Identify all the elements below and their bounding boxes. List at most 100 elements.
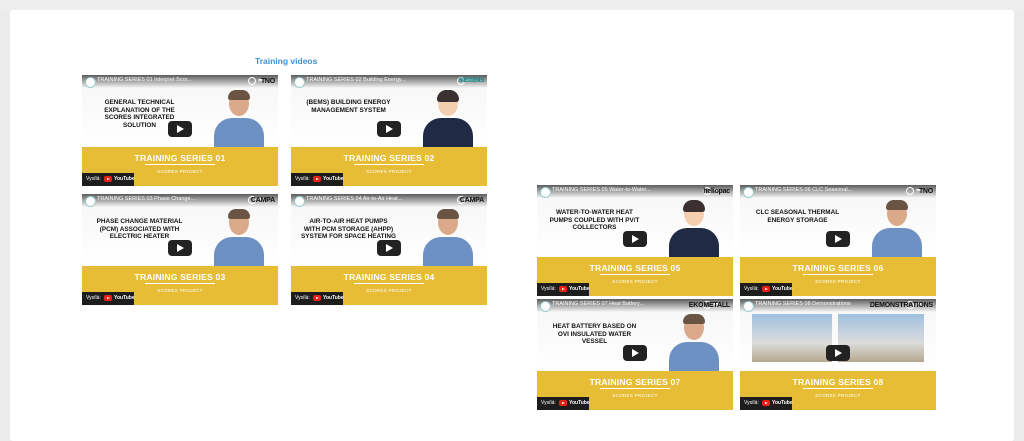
video-headline: Water-to-water heat pumps coupled with P… <box>549 209 640 232</box>
channel-avatar[interactable] <box>540 187 551 198</box>
watch-later-icon[interactable] <box>906 187 914 195</box>
watch-label: Vysílá: <box>541 400 556 406</box>
presenter-image <box>214 90 264 147</box>
series-underline <box>145 283 215 284</box>
watch-label: Vysílá: <box>744 400 759 406</box>
partner-logo: SIEMENS <box>458 78 484 84</box>
youtube-video-title[interactable]: TRAINING SERIES 06 CLC Seasonal... <box>755 187 895 193</box>
play-button-icon[interactable] <box>168 240 192 256</box>
browser-top-strip <box>0 0 1024 10</box>
presenter-image <box>669 314 719 371</box>
youtube-icon <box>313 176 321 182</box>
video-card[interactable]: Water-to-water heat pumps coupled with P… <box>537 185 733 296</box>
youtube-label: YouTube <box>772 400 793 406</box>
watch-on-youtube-button[interactable]: Vysílá: YouTube <box>291 173 344 186</box>
partner-logo: heliopac <box>703 188 730 195</box>
youtube-title-bar: TRAINING SERIES 04 Air-to-Air Heat... ➦ <box>291 194 487 207</box>
partner-logo: CAMPA <box>250 197 275 204</box>
building-photo <box>838 314 924 362</box>
video-card[interactable]: Heat battery based on OVI insulated wate… <box>537 299 733 410</box>
watch-on-youtube-button[interactable]: Vysílá: YouTube <box>537 283 590 296</box>
watch-on-youtube-button[interactable]: Vysílá: YouTube <box>82 292 135 305</box>
channel-avatar[interactable] <box>743 301 754 312</box>
building-photo <box>752 314 832 362</box>
channel-avatar[interactable] <box>85 77 96 88</box>
watch-label: Vysílá: <box>86 176 101 182</box>
play-button-icon[interactable] <box>826 345 850 361</box>
channel-avatar[interactable] <box>294 77 305 88</box>
video-card[interactable]: General technical explanation of the SCO… <box>82 75 278 186</box>
youtube-label: YouTube <box>114 295 135 301</box>
series-underline <box>803 388 873 389</box>
play-button-icon[interactable] <box>826 231 850 247</box>
watch-later-icon[interactable] <box>248 77 256 85</box>
presenter-image <box>214 209 264 266</box>
youtube-video-title[interactable]: TRAINING SERIES 07 Heat Battery... <box>552 301 692 307</box>
series-label: TRAINING SERIES 03 <box>134 272 226 282</box>
series-underline <box>600 388 670 389</box>
video-headline: CLC seasonal thermal energy storage <box>755 209 840 224</box>
partner-logo: EKOMETALL <box>688 302 730 309</box>
watch-on-youtube-button[interactable]: Vysílá: YouTube <box>291 292 344 305</box>
video-headline: Heat battery based on OVI insulated wate… <box>552 323 637 346</box>
series-underline <box>600 274 670 275</box>
play-button-icon[interactable] <box>623 345 647 361</box>
video-thumbnail[interactable]: CLC seasonal thermal energy storage TRAI… <box>740 185 936 257</box>
youtube-icon <box>559 400 567 406</box>
youtube-video-title[interactable]: TRAINING SERIES 03 Phase Change... <box>97 196 237 202</box>
presenter-image <box>423 209 473 266</box>
video-card[interactable]: CLC seasonal thermal energy storage TRAI… <box>740 185 936 296</box>
presenter-image <box>423 90 473 147</box>
video-card[interactable]: Air-to-air heat pumps with PCM storage (… <box>291 194 487 305</box>
channel-avatar[interactable] <box>85 196 96 207</box>
watch-on-youtube-button[interactable]: Vysílá: YouTube <box>740 397 793 410</box>
youtube-icon <box>313 295 321 301</box>
play-button-icon[interactable] <box>168 121 192 137</box>
section-title: Training videos <box>255 56 318 66</box>
watch-on-youtube-button[interactable]: Vysílá: YouTube <box>740 283 793 296</box>
video-thumbnail[interactable]: Heat battery based on OVI insulated wate… <box>537 299 733 371</box>
youtube-video-title[interactable]: TRAINING SERIES 04 Air-to-Air Heat... <box>306 196 446 202</box>
watch-on-youtube-button[interactable]: Vysílá: YouTube <box>82 173 135 186</box>
channel-avatar[interactable] <box>743 187 754 198</box>
series-underline <box>354 164 424 165</box>
series-label: TRAINING SERIES 07 <box>589 377 681 387</box>
youtube-icon <box>762 400 770 406</box>
watch-label: Vysílá: <box>86 295 101 301</box>
partner-logo: CAMPA <box>459 197 484 204</box>
video-thumbnail[interactable]: Phase change material (PCM) associated w… <box>82 194 278 266</box>
play-button-icon[interactable] <box>623 231 647 247</box>
video-headline: Phase change material (PCM) associated w… <box>96 218 183 241</box>
video-headline: Air-to-air heat pumps with PCM storage (… <box>301 218 396 241</box>
series-underline <box>354 283 424 284</box>
video-thumbnail[interactable]: Air-to-air heat pumps with PCM storage (… <box>291 194 487 266</box>
presenter-image <box>669 200 719 257</box>
youtube-label: YouTube <box>114 176 135 182</box>
video-card[interactable]: TRAINING SERIES 08 Demonstrations ➦ DEMO… <box>740 299 936 410</box>
video-thumbnail[interactable]: Water-to-water heat pumps coupled with P… <box>537 185 733 257</box>
youtube-video-title[interactable]: TRAINING SERIES 05 Water-to-Water... <box>552 187 692 193</box>
play-button-icon[interactable] <box>377 121 401 137</box>
video-card[interactable]: (BEMS) Building energy management system… <box>291 75 487 186</box>
series-label: TRAINING SERIES 06 <box>792 263 884 273</box>
video-thumbnail[interactable]: TRAINING SERIES 08 Demonstrations ➦ DEMO… <box>740 299 936 371</box>
video-card[interactable]: Phase change material (PCM) associated w… <box>82 194 278 305</box>
presenter-image <box>872 200 922 257</box>
watch-on-youtube-button[interactable]: Vysílá: YouTube <box>537 397 590 410</box>
youtube-video-title[interactable]: TRAINING SERIES 01 Interpret Scor... <box>97 77 237 83</box>
partner-logo: TNO <box>918 188 933 195</box>
youtube-title-bar: TRAINING SERIES 06 CLC Seasonal... ➦ <box>740 185 936 198</box>
youtube-title-bar: TRAINING SERIES 03 Phase Change... ➦ <box>82 194 278 207</box>
play-button-icon[interactable] <box>377 240 401 256</box>
video-thumbnail[interactable]: General technical explanation of the SCO… <box>82 75 278 147</box>
video-thumbnail[interactable]: (BEMS) Building energy management system… <box>291 75 487 147</box>
channel-avatar[interactable] <box>540 301 551 312</box>
channel-avatar[interactable] <box>294 196 305 207</box>
youtube-label: YouTube <box>323 295 344 301</box>
youtube-label: YouTube <box>323 176 344 182</box>
youtube-label: YouTube <box>569 286 590 292</box>
youtube-video-title[interactable]: TRAINING SERIES 02 Building Energy... <box>306 77 446 83</box>
series-label: TRAINING SERIES 01 <box>134 153 226 163</box>
series-underline <box>803 274 873 275</box>
watch-label: Vysílá: <box>295 295 310 301</box>
